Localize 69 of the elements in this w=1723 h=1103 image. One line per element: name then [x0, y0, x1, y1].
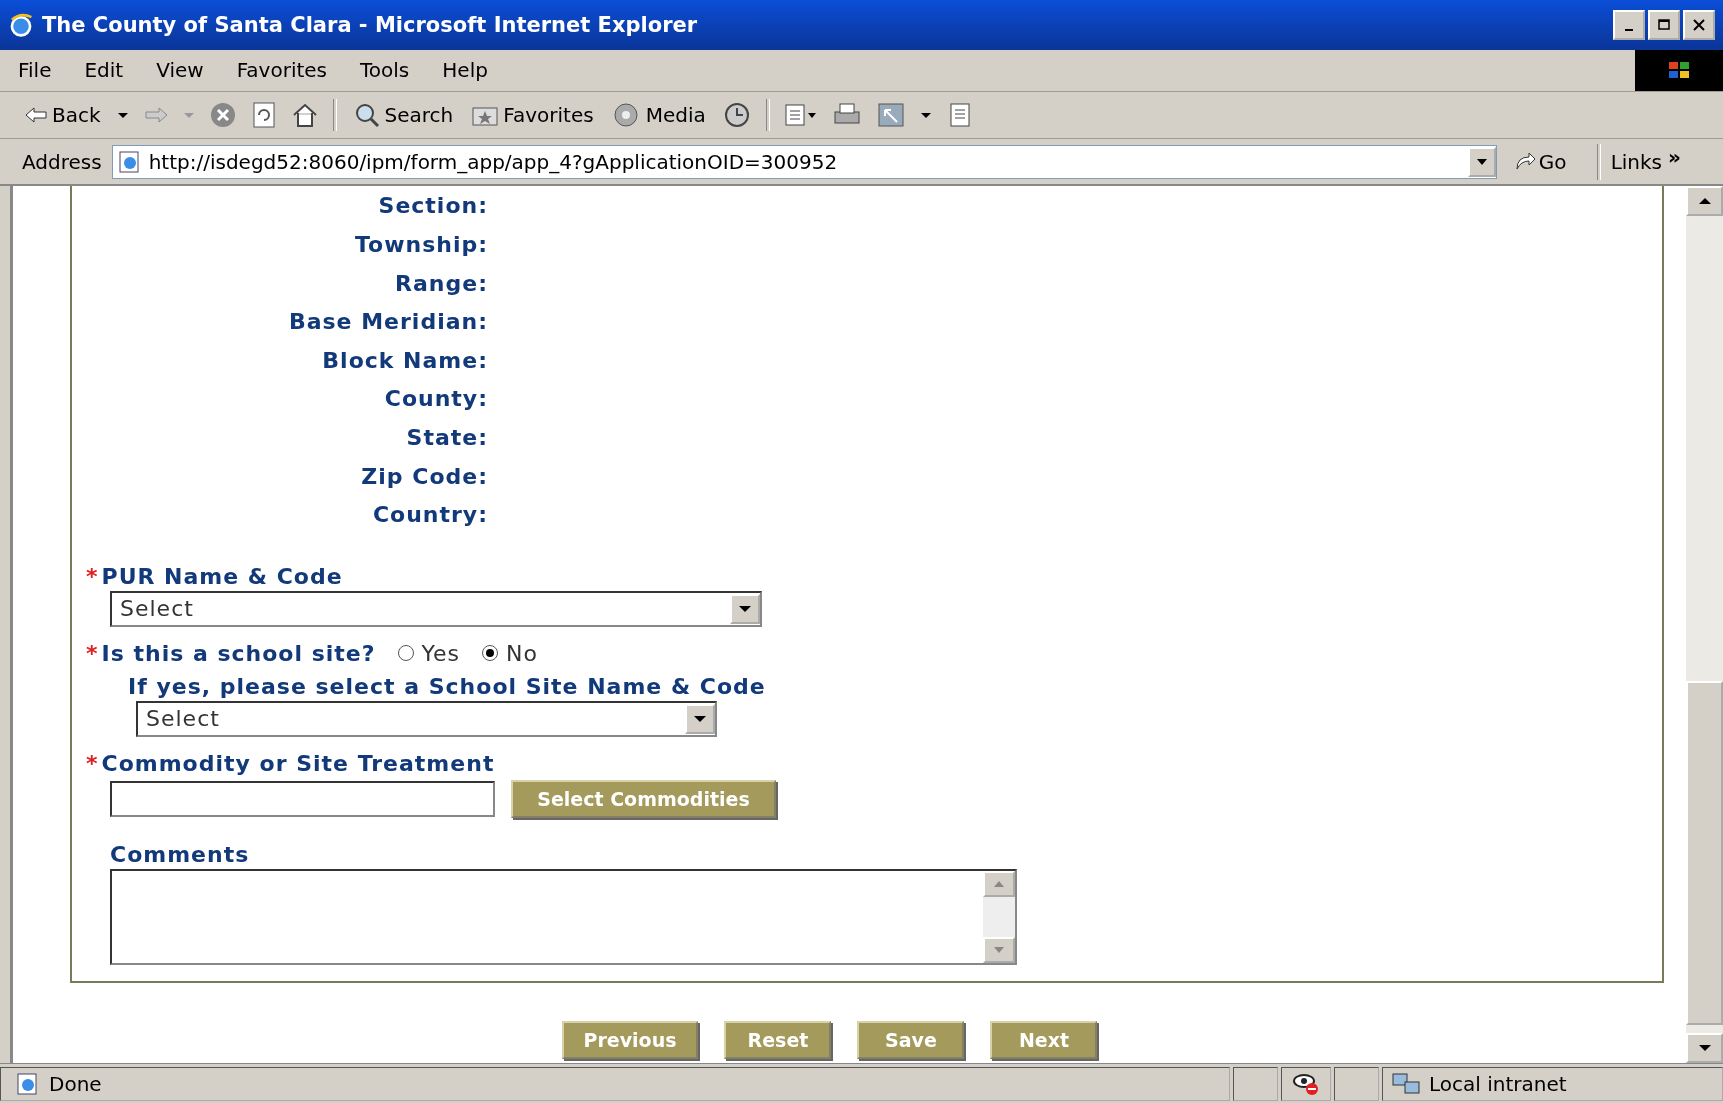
address-label: Address — [22, 149, 102, 174]
security-zone-text: Local intranet — [1429, 1071, 1567, 1096]
back-arrow-icon — [24, 105, 48, 124]
address-field[interactable]: http://isdegd52:8060/ipm/form_app/app_4?gApplicationOID=300952 — [111, 144, 1497, 179]
commodity-input[interactable] — [110, 780, 495, 817]
up-caret-icon — [993, 879, 1005, 888]
refresh-icon[interactable] — [250, 100, 277, 129]
window-title: The County of Santa Clara - Microsoft Internet Explorer — [42, 12, 699, 37]
go-button[interactable]: Go — [1506, 148, 1587, 175]
browser-logo-icon — [8, 11, 34, 38]
caret-icon — [738, 603, 752, 614]
field-label: Block Name: — [322, 346, 488, 375]
menu-item[interactable]: Tools — [360, 58, 410, 83]
scrollbar-thumb[interactable] — [1686, 681, 1723, 1026]
field-label: County: — [384, 385, 488, 414]
scrollbar[interactable] — [1686, 186, 1723, 1064]
scroll-up-button[interactable] — [1686, 186, 1723, 217]
field-label: Country: — [372, 501, 488, 530]
privacy-eye-icon — [1292, 1071, 1320, 1096]
field-label: Is this a school site? — [101, 640, 376, 666]
field-label: State: — [406, 424, 488, 453]
menu-item[interactable]: File — [18, 58, 52, 83]
minimize-button[interactable] — [1613, 9, 1645, 40]
status-panel — [1233, 1066, 1278, 1101]
scroll-down-button[interactable] — [1686, 1033, 1723, 1064]
more-chevron[interactable]: » — [1668, 144, 1681, 169]
field-label: Comments — [110, 841, 250, 867]
field-label: Range: — [395, 269, 488, 298]
back-button[interactable]: Back — [22, 100, 103, 129]
status-panel — [1334, 1066, 1379, 1101]
up-caret-icon — [1697, 196, 1712, 207]
maximize-button[interactable] — [1648, 9, 1680, 40]
links-button[interactable]: Links — [1610, 149, 1663, 174]
media-button[interactable]: Media — [609, 99, 708, 130]
field-label: PUR Name & Code — [101, 563, 343, 589]
status-text: Done — [49, 1071, 102, 1096]
windows-logo-icon — [1635, 49, 1723, 91]
radio-option[interactable]: Yes — [397, 640, 460, 666]
menu-item[interactable]: Help — [442, 58, 488, 83]
caret-icon — [1697, 1043, 1712, 1054]
comments-textarea[interactable] — [110, 868, 1017, 965]
caret-icon — [693, 713, 707, 724]
required-asterisk: * — [86, 563, 99, 589]
close-button[interactable] — [1683, 9, 1715, 40]
minimize-icon — [1625, 28, 1633, 31]
menu-item[interactable]: Favorites — [236, 58, 327, 83]
field-label: If yes, please select a School Site Name & Code — [128, 673, 766, 699]
school-site-select[interactable]: Select — [136, 700, 717, 737]
menu-item[interactable]: Edit — [84, 58, 124, 83]
field-label: Township: — [354, 231, 488, 260]
caret-icon — [993, 945, 1005, 954]
field-label: Zip Code: — [361, 462, 488, 491]
stop-icon[interactable] — [208, 100, 237, 129]
network-icon — [1391, 1071, 1421, 1096]
scroll-up-button[interactable] — [983, 870, 1015, 897]
menu-item[interactable]: View — [156, 58, 204, 83]
caret-icon — [1475, 156, 1488, 167]
maximize-icon — [1657, 17, 1671, 32]
field-label: Section: — [378, 192, 488, 221]
close-icon — [1692, 17, 1706, 32]
radio-option[interactable]: No — [482, 640, 538, 666]
required-asterisk: * — [86, 640, 99, 666]
favorites-button[interactable]: Favorites — [469, 100, 596, 129]
field-label: Commodity or Site Treatment — [101, 750, 495, 776]
search-button[interactable]: Search — [350, 99, 456, 130]
dropdown-button[interactable] — [1467, 146, 1496, 177]
field-label: Base Meridian: — [288, 308, 488, 337]
pur-select[interactable]: Select — [110, 590, 762, 627]
required-asterisk: * — [86, 750, 99, 776]
